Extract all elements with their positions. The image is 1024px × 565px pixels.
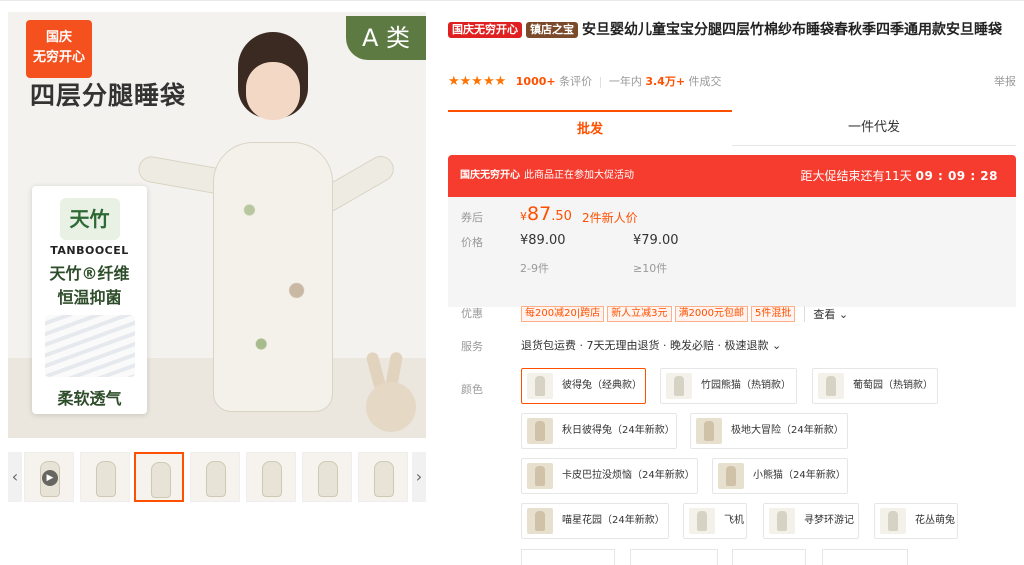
tier1-quantity: 2-9件 (520, 262, 549, 275)
promo-countdown: 距大促结束还有11天 09 : 09 : 28 (800, 155, 998, 197)
brand-feature-1: 天竹®纤维 (49, 264, 130, 283)
swatch-image (718, 463, 744, 489)
color-option[interactable]: 喵星花园（24年新款） (521, 503, 669, 539)
festival-badge: 国庆无穷开心 (448, 22, 522, 38)
service-guarantees[interactable]: 退货包运费 · 7天无理由退货 · 晚发必赔 · 极速退款 ⌄ (521, 337, 781, 353)
tier1-price: ¥89.00 (520, 233, 566, 248)
star-rating: ★★★★★ (448, 74, 507, 89)
color-option[interactable]: 秋日彼得兔（24年新款） (521, 413, 677, 449)
color-option[interactable]: 葡萄园（热销款） (812, 368, 938, 404)
coupon-tag[interactable]: 新人立减3元 (607, 305, 672, 322)
chevron-left-icon[interactable]: ‹ (8, 452, 22, 502)
tab-dropship[interactable]: 一件代发 (732, 110, 1016, 146)
brand-feature-2: 恒温抑菌 (57, 288, 122, 307)
color-label: 颜色 (461, 383, 483, 396)
coupon-tag[interactable]: 满2000元包邮 (674, 305, 749, 322)
countdown-days: 11天 (884, 169, 912, 183)
image-headline: 四层分腿睡袋 (30, 81, 187, 110)
color-option[interactable]: 寻梦环游记 (763, 503, 859, 539)
year-label: 一年内 (608, 75, 642, 88)
promo-tag-line2: 无穷开心 (32, 50, 85, 65)
swatch-image (769, 508, 795, 534)
color-option[interactable]: 极地大冒险（24年新款） (690, 413, 848, 449)
new-customer-price-note: 2件新人价 (582, 211, 638, 225)
promotion-banner: 国庆无穷开心 此商品正在参加大促活动 距大促结束还有11天 09 : 09 : … (448, 155, 1016, 197)
swatch-image (880, 508, 906, 534)
class-a-tag: A 类 (346, 16, 426, 60)
price-label: 价格 (461, 236, 483, 249)
chevron-right-icon[interactable]: › (412, 452, 426, 502)
tier2-quantity: ≥10件 (633, 262, 668, 275)
play-icon: ▶ (42, 470, 58, 486)
swatch-image (696, 418, 722, 444)
swatch-image (818, 373, 844, 399)
sold-label: 件成交 (688, 75, 722, 88)
color-option[interactable]: 飞机 (683, 503, 747, 539)
color-option-selected[interactable]: 彼得兔（经典款） (521, 368, 646, 404)
purchase-mode-tabs: 批发 一件代发 (448, 110, 1016, 146)
thumbnail-image[interactable] (190, 452, 240, 502)
countdown-time: 09 : 09 : 28 (915, 169, 998, 183)
brand-card: 天竹 TANBOOCEL 天竹®纤维 恒温抑菌 柔软透气 (32, 186, 147, 414)
offers-label: 优惠 (461, 307, 483, 320)
coupon-list: 每200减20|跨店 新人立减3元 满2000元包邮 5件混批 查看 ⌄ (521, 303, 848, 322)
sold-count: 3.4万+ (645, 75, 686, 88)
brand-name: TANBOOCEL (50, 244, 129, 257)
color-option[interactable]: 小熊猫（24年新款） (712, 458, 848, 494)
thumbnail-video[interactable]: ▶ (24, 452, 74, 502)
top-divider (0, 0, 1024, 4)
product-title-row: 国庆无穷开心 镇店之宝 安旦婴幼儿童宝宝分腿四层竹棉纱布睡袋春秋季四季通用款安旦睡袋 (448, 20, 1008, 41)
service-label: 服务 (461, 340, 483, 353)
brand-logo: 天竹 (59, 198, 120, 240)
coupon-price-label: 券后 (461, 211, 483, 224)
reviews-count[interactable]: 1000+ (516, 75, 556, 88)
color-option[interactable]: 卡皮巴拉没烦恼（24年新款） (521, 458, 698, 494)
thumbnail-image[interactable] (80, 452, 130, 502)
report-link[interactable]: 举报 (994, 73, 1016, 91)
thumbnail-image[interactable] (302, 452, 352, 502)
separator: | (598, 75, 603, 88)
tier2-price: ¥79.00 (633, 233, 679, 248)
festival-promo-tag: 国庆 无穷开心 (26, 20, 92, 78)
promo-name: 国庆无穷开心 (460, 170, 520, 181)
reviews-label: 条评价 (559, 75, 593, 88)
coupon-price: ¥87.50 (520, 203, 572, 225)
chevron-down-icon: ⌄ (838, 307, 849, 321)
main-product-image[interactable]: 国庆 无穷开心 A 类 四层分腿睡袋 天竹 TANBOOCEL 天竹®纤维 恒温… (8, 12, 426, 438)
bunny-illustration (362, 351, 418, 432)
color-option[interactable]: 花丛萌兔 (874, 503, 958, 539)
swatch-image (527, 463, 553, 489)
swatch-image (666, 373, 692, 399)
fabric-swatch-image (44, 315, 135, 377)
promo-desc: 此商品正在参加大促活动 (524, 170, 634, 181)
see-offers-button[interactable]: 查看 ⌄ (804, 305, 849, 322)
color-option[interactable]: 竹园熊猫（热销款） (660, 368, 797, 404)
thumbnail-strip: ‹ ▶ › (8, 452, 426, 502)
thumbnail-image-selected[interactable] (134, 452, 184, 502)
thumbnail-image[interactable] (246, 452, 296, 502)
swatch-image (689, 508, 715, 534)
child-model-illustration (136, 32, 399, 422)
rating-row: ★★★★★ 1000+ 条评价 | 一年内 3.4万+ 件成交 举报 (448, 73, 1016, 91)
tab-wholesale[interactable]: 批发 (448, 110, 732, 146)
brand-feature-3: 柔软透气 (57, 389, 122, 408)
price-box: 券后 ¥87.50 2件新人价 价格 ¥89.00 ¥79.00 2-9件 ≥1… (448, 197, 1016, 307)
countdown-prefix: 距大促结束还有 (800, 169, 885, 183)
shop-treasure-badge: 镇店之宝 (526, 22, 578, 38)
promo-tag-line1: 国庆 (45, 30, 72, 45)
swatch-image (527, 508, 553, 534)
coupon-tag[interactable]: 5件混批 (751, 305, 796, 322)
product-title: 安旦婴幼儿童宝宝分腿四层竹棉纱布睡袋春秋季四季通用款安旦睡袋 (582, 22, 1002, 38)
swatch-image (527, 418, 553, 444)
swatch-image (527, 373, 553, 399)
chevron-down-icon: ⌄ (771, 339, 782, 352)
coupon-tag[interactable]: 每200减20|跨店 (521, 305, 605, 322)
thumbnail-image[interactable] (358, 452, 408, 502)
